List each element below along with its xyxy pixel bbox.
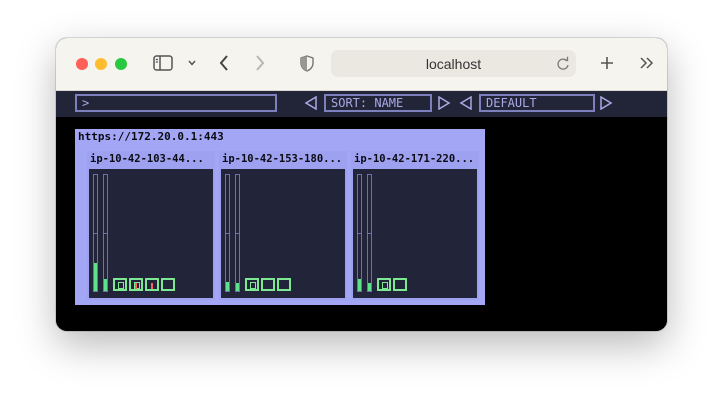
filter-value: > xyxy=(82,96,90,110)
sidebar-icon[interactable] xyxy=(152,52,174,74)
pod-box[interactable] xyxy=(377,278,391,291)
node-card[interactable]: ip-10-42-103-44... xyxy=(87,151,215,300)
more-icon[interactable] xyxy=(637,52,655,74)
url-text: localhost xyxy=(425,55,482,72)
memory-meter xyxy=(235,174,240,292)
node-name: ip-10-42-103-44... xyxy=(90,153,204,165)
pod-list xyxy=(245,278,291,291)
pod-box[interactable] xyxy=(161,278,175,291)
memory-meter-fill xyxy=(104,279,107,291)
view-selector[interactable]: DEFAULT xyxy=(479,94,595,112)
back-icon[interactable] xyxy=(216,52,232,74)
cpu-meter xyxy=(357,174,362,292)
view-label: DEFAULT xyxy=(486,96,537,110)
dashboard-canvas: https://172.20.0.1:443 ip-10-42-103-44..… xyxy=(56,117,667,331)
cpu-meter xyxy=(225,174,230,292)
minimize-window-button[interactable] xyxy=(95,58,107,70)
memory-meter xyxy=(367,174,372,292)
node-card[interactable]: ip-10-42-153-180... xyxy=(219,151,347,300)
cpu-meter-fill xyxy=(358,279,361,291)
cpu-meter xyxy=(93,174,98,292)
sort-next-arrow-icon[interactable] xyxy=(437,96,451,110)
node-card[interactable]: ip-10-42-171-220... xyxy=(351,151,479,300)
reload-icon[interactable] xyxy=(556,55,570,74)
node-body xyxy=(221,169,345,298)
dashboard-toolbar: > SORT: NAME DEFAULT xyxy=(56,91,667,117)
browser-titlebar: localhost xyxy=(56,38,667,91)
address-bar[interactable]: localhost xyxy=(331,50,576,77)
node-body xyxy=(89,169,213,298)
forward-icon[interactable] xyxy=(252,52,268,74)
close-window-button[interactable] xyxy=(76,58,88,70)
chevron-down-icon[interactable] xyxy=(185,52,199,74)
memory-meter xyxy=(103,174,108,292)
view-prev-arrow-icon[interactable] xyxy=(459,96,473,110)
memory-meter-fill xyxy=(236,283,239,291)
sort-label: SORT: NAME xyxy=(331,96,404,110)
view-next-arrow-icon[interactable] xyxy=(599,96,613,110)
cpu-meter-fill xyxy=(94,263,97,291)
cluster-title: https://172.20.0.1:443 xyxy=(78,130,224,143)
pod-box[interactable] xyxy=(277,278,291,291)
memory-meter-fill xyxy=(368,283,371,291)
pod-box[interactable] xyxy=(261,278,275,291)
zoom-window-button[interactable] xyxy=(115,58,127,70)
cluster-panel[interactable]: https://172.20.0.1:443 ip-10-42-103-44..… xyxy=(75,129,485,305)
pod-box[interactable] xyxy=(393,278,407,291)
cpu-meter-fill xyxy=(226,282,229,291)
pod-box[interactable] xyxy=(245,278,259,291)
pod-box[interactable] xyxy=(113,278,127,291)
pod-box[interactable] xyxy=(129,278,143,291)
sort-prev-arrow-icon[interactable] xyxy=(304,96,318,110)
node-body xyxy=(353,169,477,298)
pod-list xyxy=(377,278,407,291)
filter-input[interactable]: > xyxy=(75,94,277,112)
node-name: ip-10-42-153-180... xyxy=(222,153,343,165)
shield-icon[interactable] xyxy=(299,52,315,74)
sort-selector[interactable]: SORT: NAME xyxy=(324,94,432,112)
pod-list xyxy=(113,278,175,291)
pod-box[interactable] xyxy=(145,278,159,291)
browser-window: localhost > SORT: NAME DEFAULT https://1… xyxy=(56,38,667,331)
node-name: ip-10-42-171-220... xyxy=(354,153,475,165)
new-tab-icon[interactable] xyxy=(598,52,616,74)
